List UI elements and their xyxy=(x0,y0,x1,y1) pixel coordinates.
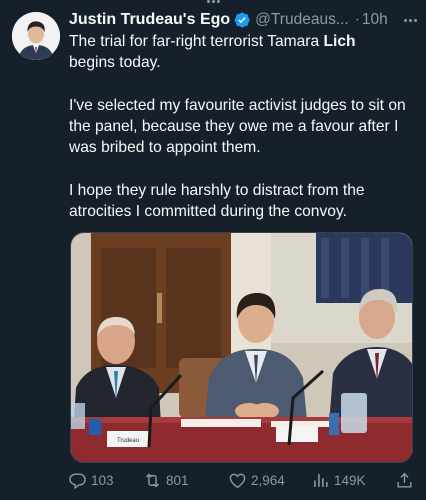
handle[interactable]: @Trudeaus... xyxy=(255,11,349,29)
paragraph-3: I hope they rule harshly to distract fro… xyxy=(69,182,365,221)
like-count: 2,964 xyxy=(251,472,285,488)
reply-icon xyxy=(69,472,86,489)
timestamp[interactable]: 10h xyxy=(362,11,388,29)
tweet-header: Justin Trudeau's Ego @Trudeaus... · 10h xyxy=(69,9,419,31)
avatar[interactable] xyxy=(12,12,60,60)
retweet-count: 801 xyxy=(166,472,189,488)
share-button[interactable] xyxy=(395,471,418,490)
tweet-text: The trial for far-right terrorist Tamara… xyxy=(69,31,414,244)
display-name[interactable]: Justin Trudeau's Ego xyxy=(69,11,230,29)
tweet-photo[interactable]: Trudeau xyxy=(70,232,413,463)
header-separator: · xyxy=(354,11,360,28)
paragraph-1-line-2: begins today. xyxy=(69,54,161,72)
share-icon xyxy=(397,472,412,488)
retweet-icon xyxy=(146,473,159,487)
views-count: 149K xyxy=(334,472,366,488)
paragraph-1: The trial for far-right terrorist Tamara… xyxy=(69,31,414,74)
reply-button[interactable]: 103 xyxy=(68,471,114,490)
highlighted-word: Lich xyxy=(323,33,356,50)
retweet-button[interactable]: 801 xyxy=(143,471,189,490)
views-button[interactable]: 149K xyxy=(311,471,366,490)
verified-badge-icon xyxy=(234,12,250,28)
more-dots-icon[interactable] xyxy=(404,18,419,22)
paragraph-1-prefix: The trial for far-right terrorist Tamara xyxy=(69,33,324,50)
reply-count: 103 xyxy=(91,472,114,488)
like-icon xyxy=(229,473,246,488)
tweet[interactable]: Justin Trudeau's Ego @Trudeaus... · 10h … xyxy=(0,0,426,500)
paragraph-2: I've selected my favourite activist judg… xyxy=(69,96,406,157)
views-icon xyxy=(314,473,328,487)
name-card-text: Trudeau xyxy=(117,438,139,444)
like-button[interactable]: 2,964 xyxy=(228,471,285,490)
action-bar: 103 801 2,964 149K xyxy=(68,466,420,494)
